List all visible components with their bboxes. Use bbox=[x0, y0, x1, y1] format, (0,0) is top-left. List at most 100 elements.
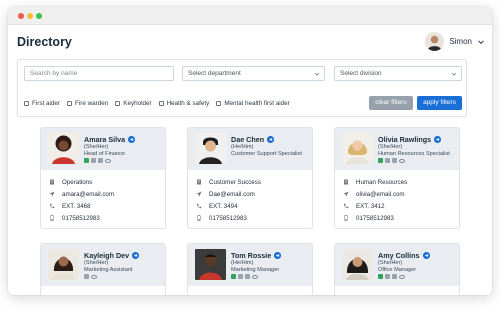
fire-warden-icon bbox=[91, 158, 96, 163]
fire-warden-icon bbox=[238, 274, 243, 279]
profile-photo bbox=[48, 249, 79, 280]
send-icon bbox=[49, 191, 55, 197]
person-name: Kayleigh Dev bbox=[84, 251, 130, 260]
avatar bbox=[425, 32, 445, 51]
email-link[interactable]: Dae@email.com bbox=[209, 191, 255, 198]
mobile-icon bbox=[50, 215, 54, 221]
person-pronouns: (She/Her) bbox=[378, 260, 403, 266]
mobile-icon bbox=[197, 215, 201, 221]
person-card: Amara Silva (She/Her) Head of Finance Op… bbox=[40, 127, 166, 229]
first-aid-icon bbox=[378, 158, 383, 163]
chevron-down-icon bbox=[478, 39, 484, 44]
checkbox-box[interactable] bbox=[158, 101, 164, 106]
email-link[interactable]: amara@email.com bbox=[62, 191, 114, 198]
eye-icon bbox=[252, 274, 258, 279]
close-window-button[interactable] bbox=[18, 13, 24, 19]
role-badges bbox=[84, 158, 111, 163]
checkbox-box[interactable] bbox=[67, 101, 72, 106]
card-details: Customer Success Dae@email.com EXT. 3494… bbox=[188, 170, 312, 224]
extension-value: EXT. 3468 bbox=[62, 202, 91, 210]
extension-row: EXT. 3494 bbox=[196, 200, 304, 212]
keyholder-icon bbox=[245, 274, 250, 279]
department-select[interactable]: Select department bbox=[182, 66, 325, 81]
checkbox-health-safety[interactable]: Health & safety bbox=[158, 100, 209, 107]
chevron-down-icon bbox=[451, 72, 457, 76]
arrow-right-icon[interactable] bbox=[274, 252, 282, 259]
checkbox-box[interactable] bbox=[115, 101, 121, 106]
department-value: Human Resources bbox=[356, 178, 408, 186]
email-row: amara@email.com bbox=[49, 188, 157, 200]
person-name: Amy Collins bbox=[378, 251, 420, 260]
checkbox-label: First aider bbox=[32, 100, 60, 107]
checkbox-box[interactable] bbox=[24, 101, 29, 106]
checkbox-mental-health[interactable]: Mental health first aider bbox=[216, 100, 290, 107]
apply-filters-button[interactable]: apply filters bbox=[417, 96, 462, 110]
mobile-row: 01758512983 bbox=[343, 212, 451, 224]
extension-value: EXT. 3412 bbox=[356, 202, 385, 210]
eye-icon bbox=[399, 158, 405, 163]
arrow-right-icon[interactable] bbox=[132, 252, 140, 259]
arrow-right-icon[interactable] bbox=[267, 136, 275, 143]
person-job-title: Office Manager bbox=[378, 266, 417, 273]
page-title: Directory bbox=[17, 35, 72, 49]
user-menu[interactable]: Simon bbox=[425, 32, 485, 51]
person-job-title: Marketing Assistant bbox=[84, 266, 133, 273]
checkbox-label: Mental health first aider bbox=[224, 100, 290, 107]
checkbox-keyholder[interactable]: Keyholder bbox=[115, 100, 152, 107]
profile-photo bbox=[342, 133, 373, 164]
card-header: Dae Chen (He/Him) Customer Support Speci… bbox=[188, 128, 312, 170]
person-pronouns: (She/Her) bbox=[378, 144, 403, 150]
arrow-right-icon[interactable] bbox=[128, 136, 136, 143]
role-badges bbox=[378, 158, 405, 163]
send-icon bbox=[196, 191, 202, 197]
checkbox-first-aider[interactable]: First aider bbox=[24, 100, 60, 107]
department-row: Operations bbox=[49, 176, 157, 188]
person-card: Dae Chen (He/Him) Customer Support Speci… bbox=[187, 127, 313, 229]
first-aid-icon bbox=[84, 158, 89, 163]
email-row: olivia@email.com bbox=[343, 188, 451, 200]
phone-icon bbox=[196, 203, 202, 209]
fire-warden-icon bbox=[385, 274, 390, 279]
clear-filters-button[interactable]: clear filters bbox=[369, 96, 413, 110]
person-job-title: Marketing Manager bbox=[231, 266, 280, 273]
checkbox-box[interactable] bbox=[216, 101, 222, 106]
extension-row: EXT. 3468 bbox=[49, 200, 157, 212]
person-name: Olivia Rawlings bbox=[378, 135, 432, 144]
checkbox-fire-warden[interactable]: Fire warden bbox=[67, 100, 108, 107]
profile-photo bbox=[195, 249, 226, 280]
person-name-row: Dae Chen bbox=[231, 135, 275, 144]
filter-panel: Search by name Select department Select … bbox=[17, 59, 467, 117]
maximize-window-button[interactable] bbox=[36, 13, 42, 19]
card-header: Amara Silva (She/Her) Head of Finance bbox=[41, 128, 165, 170]
role-checkboxes: First aider Fire warden Keyholder Health… bbox=[24, 100, 290, 107]
division-select[interactable]: Select division bbox=[334, 66, 462, 81]
arrow-right-icon[interactable] bbox=[434, 136, 442, 143]
first-aid-icon bbox=[378, 274, 383, 279]
profile-photo bbox=[342, 249, 373, 280]
minimize-window-button[interactable] bbox=[27, 13, 33, 19]
extension-value: EXT. 3494 bbox=[209, 202, 238, 210]
card-header: Kayleigh Dev (She/Her) Marketing Assista… bbox=[41, 244, 165, 286]
keyholder-icon bbox=[84, 274, 89, 279]
phone-icon bbox=[343, 203, 349, 209]
mobile-row: 01758512983 bbox=[49, 212, 157, 224]
search-input[interactable]: Search by name bbox=[24, 66, 174, 81]
person-card: Olivia Rawlings (She/Her) Human Resource… bbox=[334, 127, 460, 229]
department-row: Human Resources bbox=[343, 176, 451, 188]
eye-icon bbox=[105, 158, 111, 163]
person-job-title: Head of Finance bbox=[84, 150, 126, 157]
person-name: Dae Chen bbox=[231, 135, 265, 144]
email-link[interactable]: olivia@email.com bbox=[356, 191, 405, 198]
extension-row: EXT. 3412 bbox=[343, 200, 451, 212]
keyholder-icon bbox=[392, 158, 397, 163]
mobile-value: 01758512983 bbox=[209, 214, 247, 222]
role-badges bbox=[378, 274, 405, 279]
person-pronouns: (She/Her) bbox=[84, 144, 109, 150]
checkbox-label: Fire warden bbox=[75, 100, 109, 107]
person-name-row: Amara Silva bbox=[84, 135, 136, 144]
arrow-right-icon[interactable] bbox=[422, 252, 430, 259]
email-row: Dae@email.com bbox=[196, 188, 304, 200]
department-value: Operations bbox=[62, 178, 93, 186]
department-select-label: Select department bbox=[188, 70, 241, 77]
role-badges bbox=[84, 274, 97, 279]
